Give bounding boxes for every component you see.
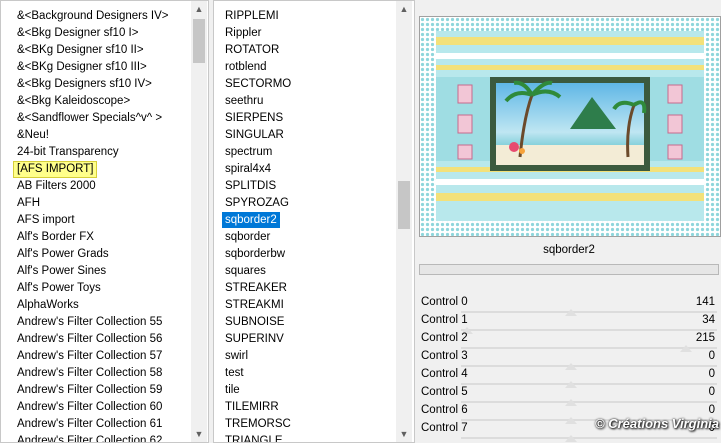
- control-value: 0: [708, 386, 715, 398]
- category-list-item[interactable]: &Neu!: [17, 127, 49, 143]
- category-list-item[interactable]: Andrew's Filter Collection 55: [17, 314, 162, 330]
- filter-list-item[interactable]: TREMORSC: [225, 416, 291, 432]
- category-scroll-thumb[interactable]: [193, 19, 205, 63]
- filter-list-item[interactable]: squares: [225, 263, 266, 279]
- filter-list-item[interactable]: Rippler: [225, 25, 261, 41]
- category-list-item[interactable]: &<Sandflower Specials^v^ >: [17, 110, 162, 126]
- control-slider-track[interactable]: [461, 399, 717, 406]
- filter-list-item[interactable]: spiral4x4: [225, 161, 271, 177]
- control-label: Control 1: [421, 314, 468, 326]
- category-list-item[interactable]: Andrew's Filter Collection 60: [17, 399, 162, 415]
- filter-list-item[interactable]: seethru: [225, 93, 263, 109]
- control-slider-track[interactable]: [461, 327, 717, 334]
- control-value: 34: [702, 314, 715, 326]
- control-slider-row[interactable]: Control 2 215: [421, 332, 717, 352]
- filter-list-item[interactable]: tile: [225, 382, 240, 398]
- category-list-item[interactable]: AB Filters 2000: [17, 178, 96, 194]
- control-value: 0: [708, 368, 715, 380]
- control-slider-row[interactable]: Control 0 141: [421, 296, 717, 316]
- control-slider-row[interactable]: Control 3 0: [421, 350, 717, 370]
- filter-list-item[interactable]: test: [225, 365, 244, 381]
- preview-artwork: [420, 17, 720, 236]
- category-list-item[interactable]: Andrew's Filter Collection 59: [17, 382, 162, 398]
- control-label: Control 2: [421, 332, 468, 344]
- category-list-item[interactable]: Andrew's Filter Collection 61: [17, 416, 162, 432]
- filter-list-item[interactable]: spectrum: [225, 144, 272, 160]
- control-slider-track[interactable]: [461, 435, 717, 442]
- category-list-item[interactable]: Alf's Power Toys: [17, 280, 101, 296]
- category-list-item[interactable]: Alf's Power Sines: [17, 263, 106, 279]
- category-list-item[interactable]: &<Bkg Kaleidoscope>: [17, 93, 130, 109]
- control-label: Control 6: [421, 404, 468, 416]
- control-label: Control 7: [421, 422, 468, 434]
- category-list-item[interactable]: AFS import: [17, 212, 75, 228]
- category-list-item[interactable]: AlphaWorks: [17, 297, 79, 313]
- filter-list-scrollbar[interactable]: ▲ ▼: [396, 1, 412, 442]
- category-list-item[interactable]: &<Bkg Designers sf10 IV>: [17, 76, 152, 92]
- filter-list-item[interactable]: TILEMIRR: [225, 399, 279, 415]
- control-slider-track[interactable]: [461, 363, 717, 370]
- control-label: Control 3: [421, 350, 468, 362]
- control-slider-row[interactable]: Control 4 0: [421, 368, 717, 388]
- filter-list[interactable]: RIPPLEMI Rippler ROTATOR rotblend SECTORMO se…: [213, 0, 415, 443]
- scroll-up-arrow-icon[interactable]: ▲: [396, 1, 412, 17]
- control-label: Control 5: [421, 386, 468, 398]
- category-list-item[interactable]: Andrew's Filter Collection 57: [17, 348, 162, 364]
- filter-scroll-thumb[interactable]: [398, 181, 410, 229]
- filter-list-item[interactable]: SIERPENS: [225, 110, 283, 126]
- control-slider-row[interactable]: Control 1 34: [421, 314, 717, 334]
- control-slider-row[interactable]: Control 5 0: [421, 386, 717, 406]
- preview-progress-bar: [419, 264, 719, 275]
- filter-list-item[interactable]: rotblend: [225, 59, 267, 75]
- category-list-item[interactable]: &<Bkg Designer sf10 I>: [17, 25, 138, 41]
- category-list-item[interactable]: [AFS IMPORT]: [13, 161, 98, 178]
- filter-list-item[interactable]: swirl: [225, 348, 248, 364]
- filter-category-list[interactable]: &<Background Designers IV> &<Bkg Designer…: [0, 0, 209, 443]
- filter-list-item[interactable]: sqborderbw: [225, 246, 285, 262]
- control-value: 0: [708, 404, 715, 416]
- filter-list-item[interactable]: SPLITDIS: [225, 178, 276, 194]
- category-list-scrollbar[interactable]: ▲ ▼: [191, 1, 207, 442]
- control-value: 141: [695, 296, 715, 308]
- category-list-item[interactable]: &<BKg Designer sf10 III>: [17, 59, 147, 75]
- filter-list-item[interactable]: TRIANGLE: [225, 433, 283, 442]
- filter-list-item[interactable]: SUBNOISE: [225, 314, 284, 330]
- category-list-item[interactable]: Alf's Power Grads: [17, 246, 109, 262]
- filter-list-item[interactable]: SINGULAR: [225, 127, 284, 143]
- scroll-down-arrow-icon[interactable]: ▼: [191, 426, 207, 442]
- filter-list-item[interactable]: SPYROZAG: [225, 195, 289, 211]
- filter-list-item[interactable]: STREAKMI: [225, 297, 284, 313]
- filter-list-item[interactable]: STREAKER: [225, 280, 287, 296]
- scroll-down-arrow-icon[interactable]: ▼: [396, 426, 412, 442]
- preview-filter-name: sqborder2: [543, 244, 595, 256]
- filter-preview-image: [419, 16, 721, 237]
- category-list-item[interactable]: &<Background Designers IV>: [17, 8, 169, 24]
- filter-list-item[interactable]: RIPPLEMI: [225, 8, 279, 24]
- control-slider-track[interactable]: [461, 345, 717, 352]
- filter-list-item[interactable]: SUPERINV: [225, 331, 284, 347]
- category-list-item[interactable]: Andrew's Filter Collection 62: [17, 433, 162, 442]
- control-label: Control 4: [421, 368, 468, 380]
- filter-list-item[interactable]: sqborder: [225, 229, 270, 245]
- filter-list-item[interactable]: ROTATOR: [225, 42, 279, 58]
- category-list-item[interactable]: Alf's Border FX: [17, 229, 94, 245]
- category-list-item[interactable]: 24-bit Transparency: [17, 144, 119, 160]
- control-value: 0: [708, 350, 715, 362]
- category-list-item[interactable]: Andrew's Filter Collection 58: [17, 365, 162, 381]
- control-slider-track[interactable]: [461, 381, 717, 388]
- control-value: 215: [695, 332, 715, 344]
- filter-list-item[interactable]: sqborder2: [222, 212, 280, 228]
- scroll-up-arrow-icon[interactable]: ▲: [191, 1, 207, 17]
- control-label: Control 0: [421, 296, 468, 308]
- filter-list-item[interactable]: SECTORMO: [225, 76, 291, 92]
- control-slider-track[interactable]: [461, 309, 717, 316]
- category-list-item[interactable]: &<BKg Designer sf10 II>: [17, 42, 144, 58]
- category-list-item[interactable]: Andrew's Filter Collection 56: [17, 331, 162, 347]
- category-list-item[interactable]: AFH: [17, 195, 40, 211]
- watermark-text: © Créations Virginia: [595, 416, 719, 431]
